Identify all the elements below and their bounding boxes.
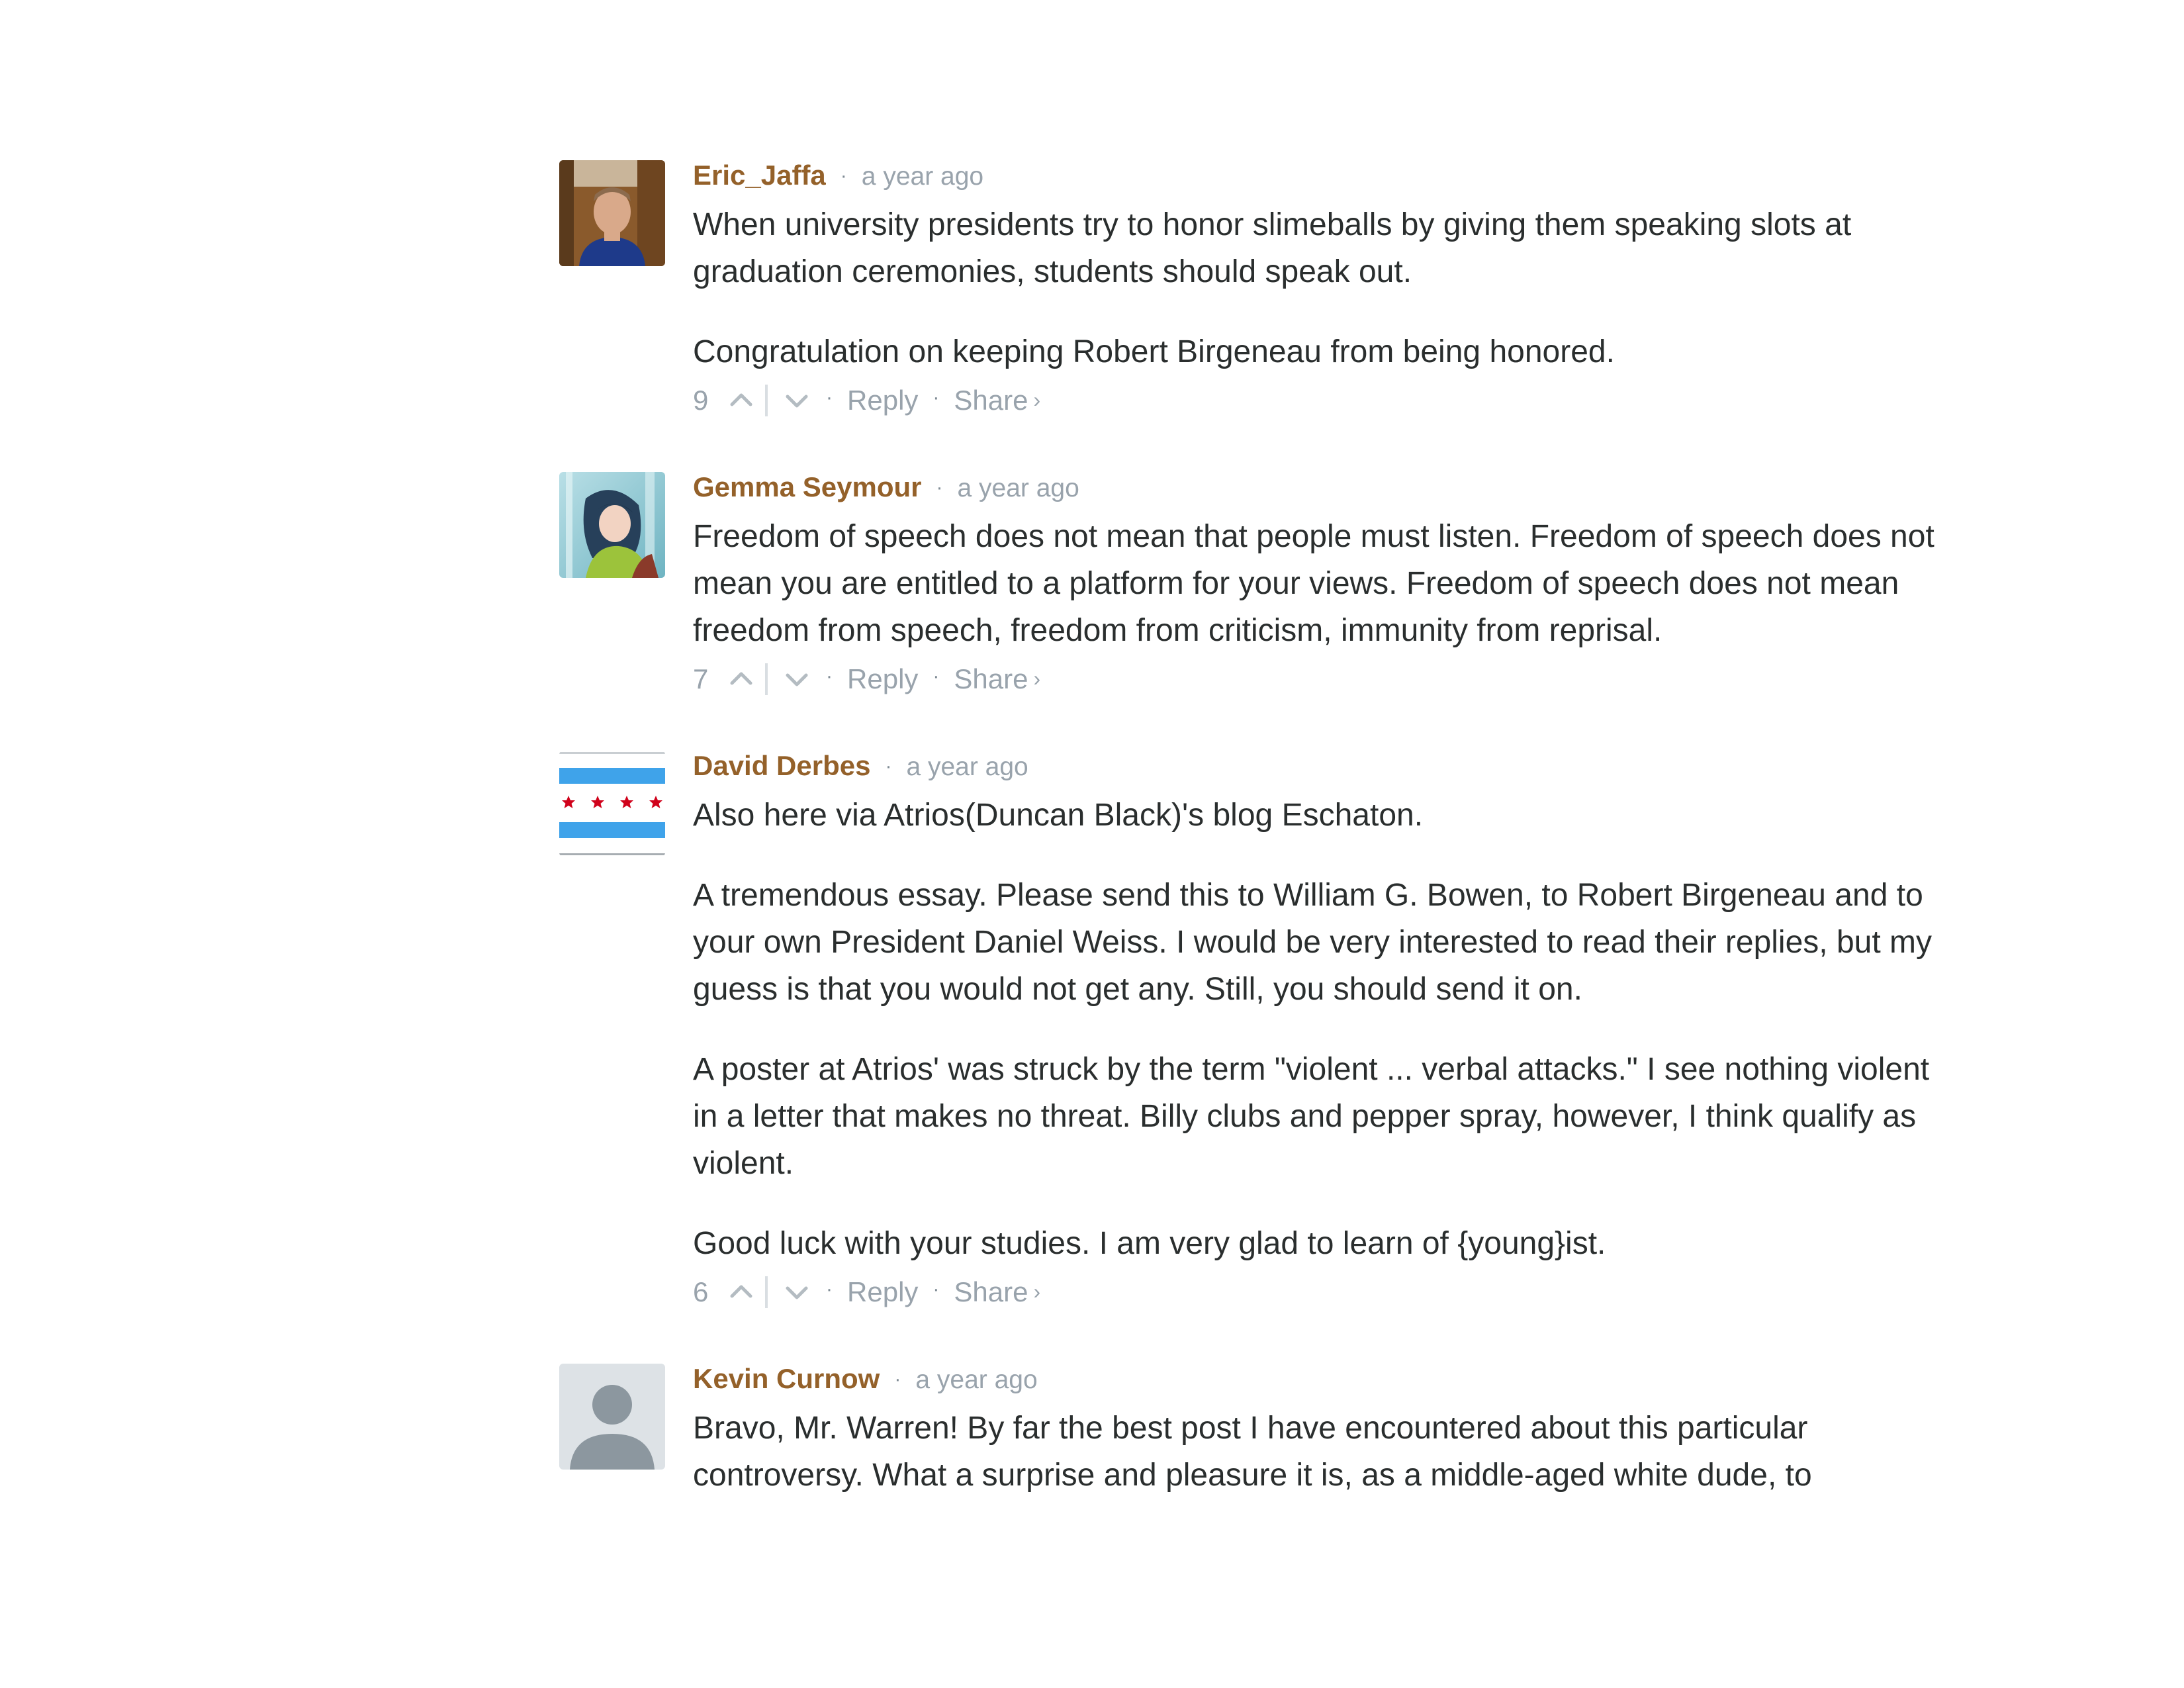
comment-footer: 9 · Reply · Share › [693,378,1949,418]
default-user-icon [559,1364,665,1470]
share-button[interactable]: Share › [954,385,1040,416]
reply-button[interactable]: Reply [847,663,918,694]
comment-paragraph: Also here via Atrios(Duncan Black)'s blo… [693,798,1424,833]
timestamp[interactable]: a year ago [906,753,1028,781]
chevron-down-icon [786,673,808,686]
comment-header: Eric_Jaffa · a year ago [693,158,1949,193]
timestamp[interactable]: a year ago [862,162,983,191]
chevron-down-icon [786,1286,808,1299]
vote-count: 9 [693,384,709,416]
comment-thread: Eric_Jaffa · a year ago When university pr… [559,158,1949,1541]
comment-paragraph: A tremendous essay. Please send this to … [693,878,1932,1007]
chevron-up-icon [730,672,752,685]
vote-divider [765,384,768,416]
downvote-button[interactable] [782,386,811,415]
comment-paragraph: Good luck with your studies. I am very g… [693,1226,1606,1261]
comment-header: Gemma Seymour · a year ago [693,469,1949,505]
vote-divider [765,1276,768,1308]
upvote-button[interactable] [727,1278,756,1307]
share-button[interactable]: Share › [954,663,1040,694]
separator: · [826,665,833,687]
comment-paragraph: A poster at Atrios' was struck by the te… [693,1052,1930,1181]
avatar[interactable] [559,160,665,266]
comment-footer: 7 · Reply · Share › [693,657,1949,696]
illustration-icon [559,472,665,578]
author-name[interactable]: Eric_Jaffa [693,160,826,191]
comment-body: Freedom of speech does not mean that peo… [693,513,1949,654]
downvote-button[interactable] [782,1278,811,1307]
share-button[interactable]: Share › [954,1276,1040,1307]
comment-paragraph: Bravo, Mr. Warren! By far the best post … [693,1411,1812,1493]
vote-count: 6 [693,1276,709,1307]
chicago-flag-icon [559,751,665,857]
comment-paragraph: When university presidents try to honor … [693,207,1852,289]
upvote-button[interactable] [727,665,756,694]
separator: · [840,165,847,187]
separator: · [826,387,833,408]
vote-divider [765,663,768,695]
separator: · [933,387,940,408]
chevron-down-icon [786,395,808,408]
comment-body: When university presidents try to honor … [693,201,1949,375]
reply-button[interactable]: Reply [847,1276,918,1307]
comment-body: Bravo, Mr. Warren! By far the best post … [693,1405,1949,1499]
chevron-up-icon [730,1285,752,1298]
timestamp[interactable]: a year ago [915,1366,1037,1394]
share-arrow-icon: › [1033,388,1041,412]
share-label: Share [954,385,1028,416]
downvote-button[interactable] [782,665,811,694]
separator: · [826,1278,833,1300]
separator: · [885,755,892,777]
author-name[interactable]: Kevin Curnow [693,1363,880,1394]
reply-button[interactable]: Reply [847,385,918,416]
author-name[interactable]: David Derbes [693,750,870,781]
avatar[interactable] [559,1364,665,1470]
separator: · [936,477,943,498]
share-arrow-icon: › [1033,1280,1041,1304]
comment-header: Kevin Curnow · a year ago [693,1361,1949,1397]
avatar[interactable] [559,472,665,578]
photo-icon [559,160,665,266]
share-label: Share [954,1276,1028,1308]
separator: · [933,1278,940,1300]
comment: Eric_Jaffa · a year ago When university pr… [559,158,1949,418]
avatar[interactable] [559,751,665,857]
author-name[interactable]: Gemma Seymour [693,471,921,502]
share-arrow-icon: › [1033,667,1041,691]
share-label: Share [954,663,1028,695]
comment-footer: 6 · Reply · Share › [693,1270,1949,1309]
comment-header: David Derbes · a year ago [693,748,1949,784]
timestamp[interactable]: a year ago [957,474,1079,502]
comment: Kevin Curnow · a year ago Bravo, Mr. Warre… [559,1361,1949,1499]
comment: Gemma Seymour · a year ago Freedom of spee… [559,469,1949,696]
separator: · [894,1368,901,1390]
chevron-up-icon [730,393,752,406]
comment: David Derbes · a year ago Also here via At… [559,748,1949,1309]
comment-paragraph: Freedom of speech does not mean that peo… [693,519,1934,648]
comment-body: Also here via Atrios(Duncan Black)'s blo… [693,792,1949,1267]
upvote-button[interactable] [727,386,756,415]
vote-count: 7 [693,663,709,694]
comment-paragraph: Congratulation on keeping Robert Birgene… [693,334,1615,369]
separator: · [933,665,940,687]
